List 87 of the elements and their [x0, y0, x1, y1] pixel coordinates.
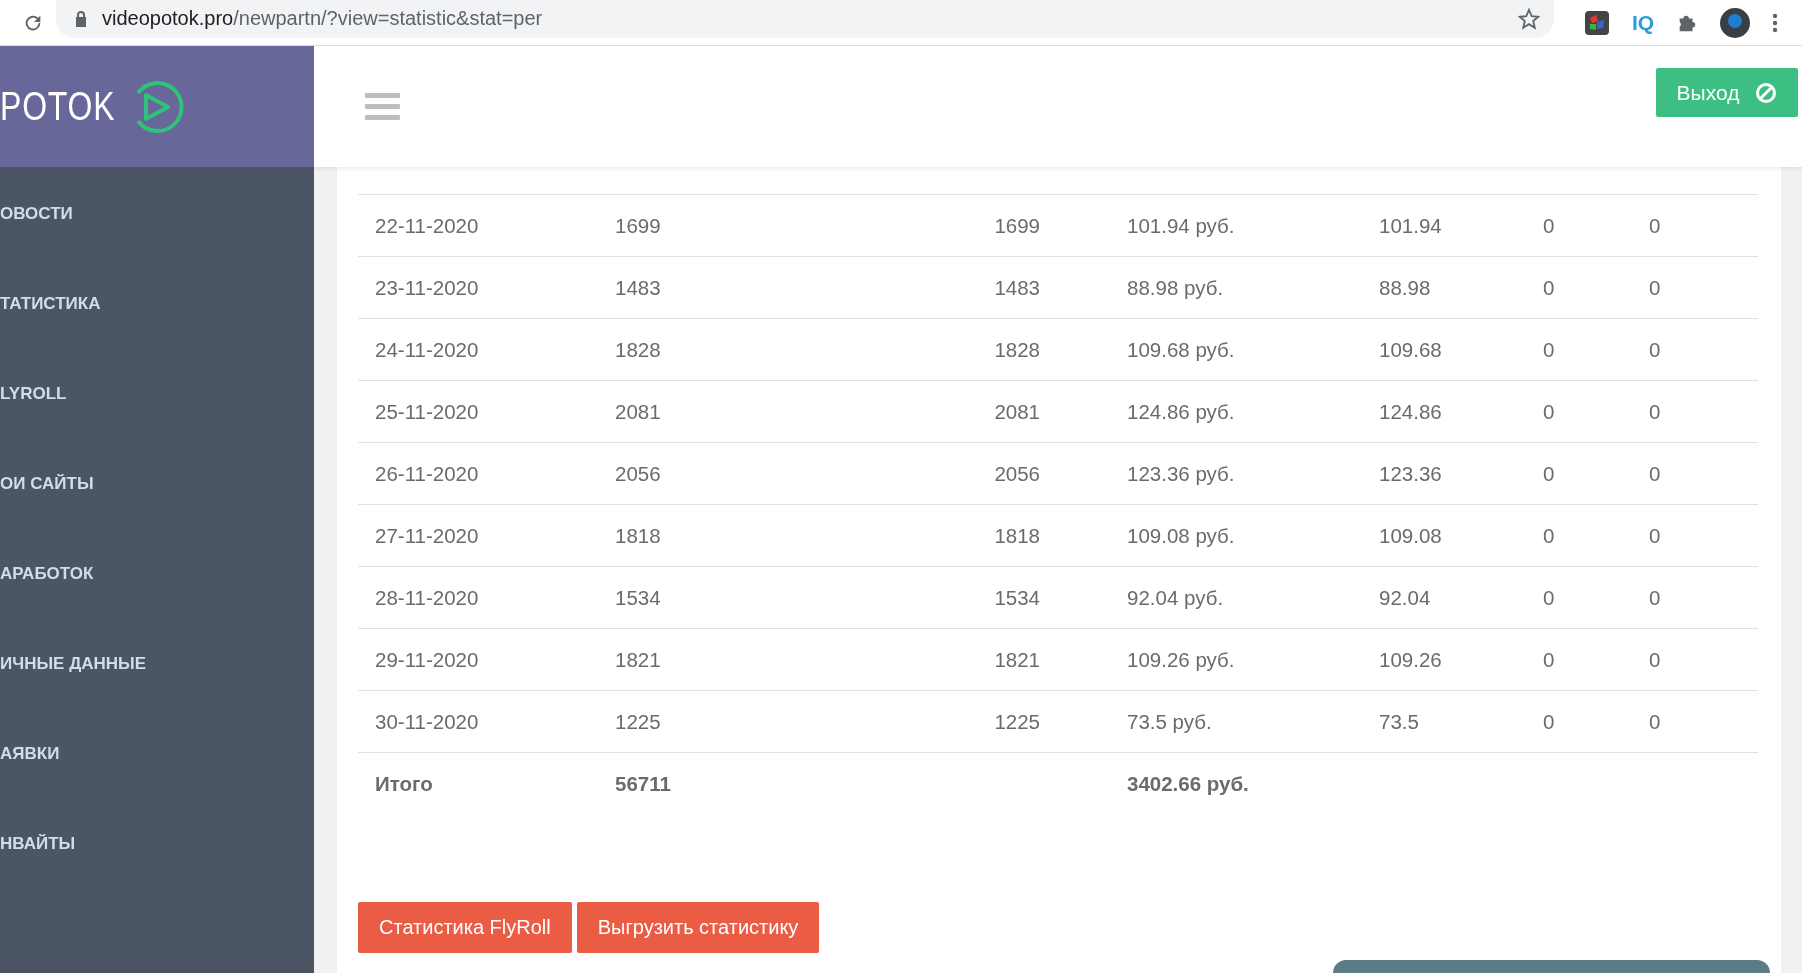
table-cell: 1483: [615, 275, 661, 300]
sidebar-item[interactable]: ОВОСТИ: [0, 201, 314, 227]
table-cell: 1225: [994, 709, 1040, 734]
table-cell: 28-11-2020: [375, 585, 479, 610]
table-cell: 123.36: [1379, 461, 1442, 486]
table-cell-text: 109.08 руб.: [1126, 523, 1235, 548]
table-cell: 24-11-2020: [375, 337, 479, 362]
table-cell: 0: [1543, 399, 1555, 424]
table-cell: 109.68: [1379, 337, 1442, 362]
table-cell: 92.04: [1379, 585, 1431, 610]
table-cell: 0: [1543, 213, 1555, 238]
table-cell: 0: [1543, 275, 1555, 300]
table-cell: 1818: [994, 523, 1040, 548]
table-cell: 1534: [615, 585, 661, 610]
table-cell: 30-11-2020: [375, 709, 479, 734]
table-cell: 1699: [994, 213, 1040, 238]
table-cell: 0: [1543, 647, 1555, 672]
table-cell: 1821: [994, 647, 1040, 672]
table-cell: 0: [1649, 523, 1661, 548]
sidebar-item[interactable]: ОИ САЙТЫ: [0, 471, 314, 497]
table-cell: 0: [1543, 709, 1555, 734]
table-cell-text: 109.68 руб.: [1126, 337, 1235, 362]
table-cell: 0: [1649, 647, 1661, 672]
table-cell: 29-11-2020: [375, 647, 479, 672]
total-count: 56711: [615, 771, 671, 796]
table-cell-text: 123.36 руб.: [1126, 461, 1235, 486]
extension-icon[interactable]: [1584, 9, 1610, 36]
table-cell: 88.98: [1379, 275, 1431, 300]
total-income: 3402.66 руб.: [1126, 771, 1249, 796]
table-cell: 101.94: [1379, 213, 1442, 238]
table-cell: 1483: [994, 275, 1040, 300]
table-cell: 23-11-2020: [375, 275, 479, 300]
ban-icon: [1755, 81, 1778, 104]
table-cell-text: 101.94 руб.: [1126, 213, 1235, 238]
table-cell: 25-11-2020: [375, 399, 479, 424]
table-cell: 0: [1649, 709, 1661, 734]
table-cell: 0: [1649, 213, 1661, 238]
table-cell: 1225: [615, 709, 661, 734]
table-cell: 109.08: [1379, 523, 1442, 548]
table-cell: 0: [1649, 585, 1661, 610]
action-button[interactable]: Выгрузить статистику: [576, 902, 820, 953]
logo-text: POTOK: [0, 84, 116, 129]
sidebar-item[interactable]: НВАЙТЫ: [0, 831, 314, 857]
sidebar-item[interactable]: LYROLL: [0, 381, 314, 407]
table-cell: 0: [1543, 585, 1555, 610]
table-cell: 1534: [994, 585, 1040, 610]
table-cell-text: 88.98 руб.: [1126, 275, 1224, 300]
table-cell: 22-11-2020: [375, 213, 479, 238]
extension-iq[interactable]: IQ: [1632, 10, 1655, 35]
table-cell: 2056: [615, 461, 661, 486]
star-icon[interactable]: [1518, 7, 1540, 30]
address-bar[interactable]: videopotok.pro/newpartn/?view=statistic&stat=per: [56, 0, 1554, 38]
sidebar-item[interactable]: АЯВКИ: [0, 741, 314, 767]
table-cell-text: 73.5 руб.: [1126, 709, 1212, 734]
url-path: /newpartn/?view=statistic&stat=per: [233, 7, 544, 30]
sidebar-item[interactable]: ТАТИСТИКА: [0, 291, 314, 317]
sidebar-item[interactable]: ИЧНЫЕ ДАННЫЕ: [0, 651, 314, 677]
table-cell: 124.86: [1379, 399, 1442, 424]
table-cell: 26-11-2020: [375, 461, 479, 486]
lock-icon: [74, 10, 88, 27]
table-cell: 1828: [994, 337, 1040, 362]
table-cell: 0: [1543, 337, 1555, 362]
table-cell: 27-11-2020: [375, 523, 479, 548]
table-cell: 0: [1649, 275, 1661, 300]
table-cell: 2081: [994, 399, 1040, 424]
total-label: Итого: [375, 771, 433, 796]
table-cell: 0: [1649, 461, 1661, 486]
table-cell: 1818: [615, 523, 661, 548]
table-cell: 2081: [615, 399, 661, 424]
table-cell: 1699: [615, 213, 661, 238]
table-cell-text: 124.86 руб.: [1126, 399, 1235, 424]
table-cell: 73.5: [1379, 709, 1419, 734]
table-cell: 0: [1649, 337, 1661, 362]
action-button[interactable]: Статистика FlyRoll: [358, 902, 572, 953]
url-host: videopotok.pro: [102, 7, 234, 30]
table-cell-text: 109.26 руб.: [1126, 647, 1235, 672]
sidebar-item[interactable]: АРАБОТОК: [0, 561, 314, 587]
table-cell: 1821: [615, 647, 661, 672]
table-cell: 0: [1543, 523, 1555, 548]
table-cell: 1828: [615, 337, 661, 362]
table-cell: 2056: [994, 461, 1040, 486]
profile-avatar-icon[interactable]: [1720, 7, 1751, 38]
menu-dots-icon[interactable]: [1772, 12, 1779, 33]
table-cell: 0: [1543, 461, 1555, 486]
table-cell-text: 92.04 руб.: [1126, 585, 1224, 610]
table-cell: 0: [1649, 399, 1661, 424]
table-cell: 109.26: [1379, 647, 1442, 672]
